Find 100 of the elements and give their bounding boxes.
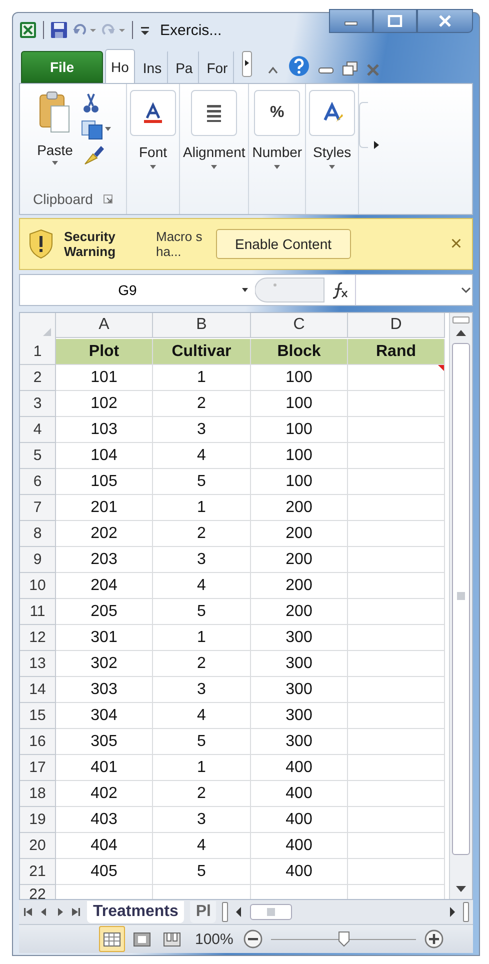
next-sheet-icon[interactable] — [55, 907, 65, 917]
alignment-group-button[interactable]: Alignment — [183, 88, 246, 172]
table-cell: 400 — [251, 807, 348, 833]
row-header[interactable]: 5 — [20, 443, 56, 469]
table-cell: 5 — [153, 729, 251, 755]
row-header[interactable]: 15 — [20, 703, 56, 729]
table-cell: 200 — [251, 521, 348, 547]
tab-split-handle-icon[interactable] — [222, 902, 228, 922]
row-header[interactable]: 7 — [20, 495, 56, 521]
dialog-launcher-icon[interactable] — [102, 194, 113, 204]
column-header[interactable]: C — [251, 313, 348, 338]
table-cell: 400 — [251, 781, 348, 807]
table-cell: 101 — [56, 365, 153, 391]
table-header-cell: Block — [251, 339, 348, 365]
ribbon-tab[interactable]: Ho — [105, 49, 135, 83]
table-cell: 3 — [153, 807, 251, 833]
row-header[interactable]: 17 — [20, 755, 56, 781]
scroll-right-icon[interactable] — [242, 51, 252, 77]
expand-formula-bar-icon[interactable] — [460, 286, 472, 294]
table-cell: 400 — [251, 755, 348, 781]
maximize-button[interactable] — [373, 9, 417, 33]
restore-workbook-icon[interactable] — [342, 61, 358, 77]
table-cell: 3 — [153, 547, 251, 573]
table-cell: 204 — [56, 573, 153, 599]
column-header[interactable]: B — [153, 313, 251, 338]
table-cell: 304 — [56, 703, 153, 729]
formula-bar-handle-icon[interactable] — [255, 277, 325, 303]
column-header[interactable]: A — [56, 313, 153, 338]
zoom-out-icon[interactable] — [243, 929, 264, 949]
group-label: Clipboard — [33, 191, 93, 207]
row-header[interactable]: 16 — [20, 729, 56, 755]
row-header[interactable]: 18 — [20, 781, 56, 807]
table-cell: 4 — [153, 573, 251, 599]
enable-content-button[interactable]: Enable Content — [216, 229, 351, 259]
table-cell: 300 — [251, 677, 348, 703]
split-handle-icon[interactable] — [451, 315, 471, 325]
copy-icon[interactable] — [80, 118, 111, 140]
cut-icon[interactable] — [80, 92, 101, 114]
sheet-tab[interactable]: Treatments — [87, 901, 184, 923]
close-warning-button[interactable]: × — [448, 232, 464, 256]
letter-a-icon — [321, 102, 344, 124]
row-header[interactable]: 3 — [20, 391, 56, 417]
table-cell: 400 — [251, 859, 348, 885]
letter-a-icon — [142, 102, 164, 124]
scrollbar-thumb[interactable] — [250, 904, 292, 920]
scrollbar-thumb[interactable] — [452, 343, 470, 855]
first-sheet-icon[interactable] — [23, 907, 33, 917]
split-handle-icon[interactable] — [463, 902, 469, 922]
row-header[interactable]: 14 — [20, 677, 56, 703]
table-cell: 100 — [251, 365, 348, 391]
dropdown-icon[interactable] — [241, 287, 249, 293]
sheet-tab[interactable]: Pl — [190, 901, 216, 923]
row-header[interactable]: 4 — [20, 417, 56, 443]
more-groups-icon[interactable] — [372, 140, 380, 150]
close-icon — [437, 15, 453, 27]
close-button[interactable] — [417, 9, 473, 33]
row-header[interactable]: 22 — [20, 885, 56, 899]
row-header[interactable]: 19 — [20, 807, 56, 833]
scroll-up-icon[interactable] — [455, 329, 467, 337]
row-header[interactable]: 11 — [20, 599, 56, 625]
scroll-right-icon[interactable] — [447, 906, 457, 918]
dropdown-icon — [328, 164, 336, 170]
scroll-down-icon[interactable] — [455, 885, 467, 893]
zoom-in-icon[interactable] — [424, 929, 444, 949]
table-cell: 100 — [251, 391, 348, 417]
previous-sheet-icon[interactable] — [39, 907, 49, 917]
row-header[interactable]: 8 — [20, 521, 56, 547]
table-cell: 201 — [56, 495, 153, 521]
clipboard-icon — [38, 90, 72, 134]
help-icon[interactable] — [288, 55, 310, 77]
table-cell: 405 — [56, 859, 153, 885]
normal-view-button[interactable] — [99, 926, 125, 952]
row-header[interactable]: 13 — [20, 651, 56, 677]
row-header[interactable]: 20 — [20, 833, 56, 859]
row-header[interactable]: 21 — [20, 859, 56, 885]
row-header[interactable]: 10 — [20, 573, 56, 599]
insert-function-icon[interactable] — [331, 281, 349, 299]
minimize-button[interactable] — [329, 9, 373, 33]
table-cell: 300 — [251, 703, 348, 729]
paste-button[interactable]: Paste — [35, 88, 75, 188]
row-header[interactable]: 2 — [20, 365, 56, 391]
row-header[interactable]: 1 — [20, 339, 56, 365]
row-header[interactable]: 6 — [20, 469, 56, 495]
row-header[interactable]: 12 — [20, 625, 56, 651]
table-cell: 303 — [56, 677, 153, 703]
last-sheet-icon[interactable] — [71, 907, 81, 917]
table-cell: 5 — [153, 599, 251, 625]
zoom-slider-thumb[interactable] — [338, 930, 350, 946]
table-cell: 202 — [56, 521, 153, 547]
column-header[interactable]: D — [348, 313, 445, 338]
dropdown-icon[interactable] — [51, 160, 59, 166]
row-header[interactable]: 9 — [20, 547, 56, 573]
table-cell: 205 — [56, 599, 153, 625]
save-icon[interactable] — [50, 21, 68, 39]
zoom-level[interactable]: 100% — [195, 930, 234, 948]
file-tab[interactable]: File — [21, 51, 103, 83]
table-cell: 1 — [153, 625, 251, 651]
table-cell: 403 — [56, 807, 153, 833]
columns-icon — [162, 930, 182, 948]
table-cell: 200 — [251, 599, 348, 625]
